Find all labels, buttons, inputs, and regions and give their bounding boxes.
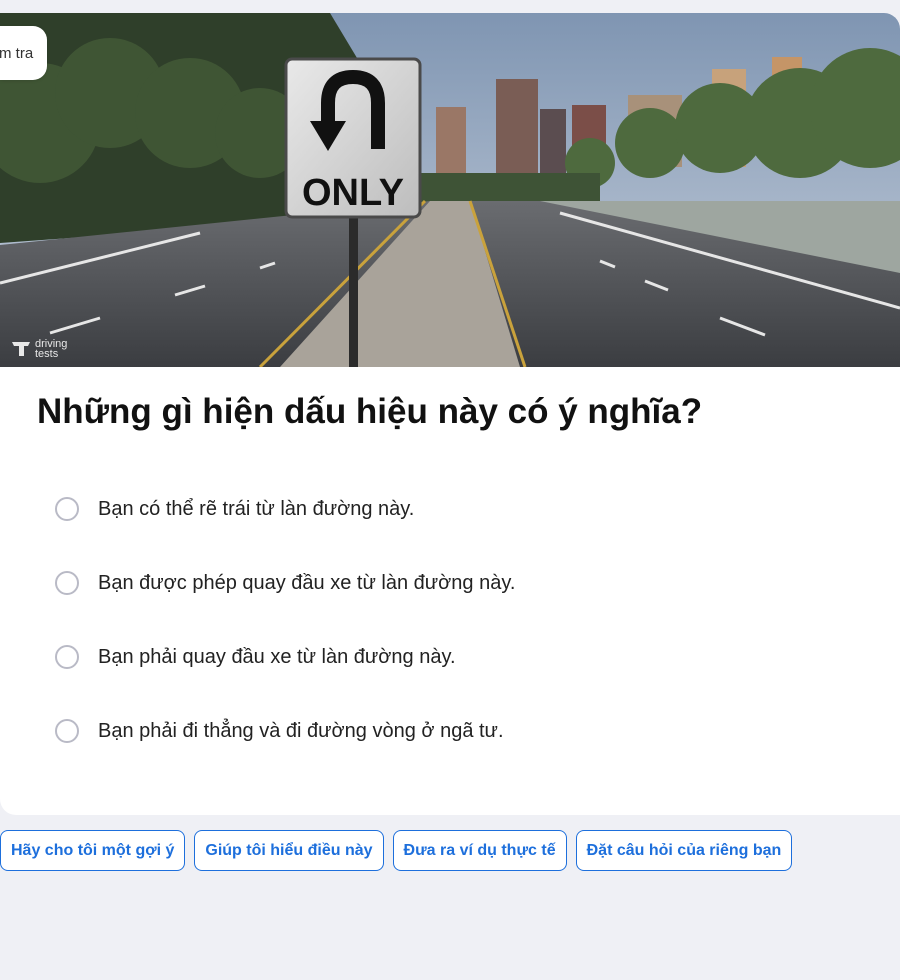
watermark-line2: tests bbox=[35, 348, 59, 360]
explain-button[interactable]: Giúp tôi hiểu điều này bbox=[194, 830, 384, 871]
answer-option-label: Bạn có thể rẽ trái từ làn đường này. bbox=[98, 497, 415, 520]
driving-tests-watermark: driving tests bbox=[10, 339, 67, 360]
radio-button[interactable] bbox=[55, 719, 79, 743]
top-tag[interactable]: m tra bbox=[0, 26, 48, 80]
question-image: ONLY bbox=[0, 13, 900, 367]
top-tag-text: m tra bbox=[0, 44, 34, 62]
answer-option[interactable]: Bạn phải quay đầu xe từ làn đường này. bbox=[55, 642, 515, 672]
answer-option-label: Bạn phải đi thẳng và đi đường vòng ở ngã… bbox=[98, 719, 504, 742]
driving-tests-logo-icon bbox=[12, 342, 30, 356]
example-button[interactable]: Đưa ra ví dụ thực tế bbox=[392, 830, 567, 871]
answer-option[interactable]: Bạn được phép quay đầu xe từ làn đường n… bbox=[55, 568, 515, 598]
question-text: Những gì hiện dấu hiệu này có ý nghĩa? bbox=[37, 392, 703, 431]
radio-button[interactable] bbox=[55, 571, 79, 595]
answer-option-label: Bạn được phép quay đầu xe từ làn đường n… bbox=[98, 571, 516, 594]
answer-option[interactable]: Bạn phải đi thẳng và đi đường vòng ở ngã… bbox=[55, 716, 515, 746]
radio-button[interactable] bbox=[55, 645, 79, 669]
help-chips: Hãy cho tôi một gợi ý Giúp tôi hiểu điều… bbox=[0, 830, 801, 871]
answer-option[interactable]: Bạn có thể rẽ trái từ làn đường này. bbox=[55, 494, 515, 524]
answer-options: Bạn có thể rẽ trái từ làn đường này. Bạn… bbox=[55, 494, 515, 790]
hint-button[interactable]: Hãy cho tôi một gợi ý bbox=[0, 830, 186, 871]
radio-button[interactable] bbox=[55, 497, 79, 521]
ask-question-button[interactable]: Đặt câu hỏi của riêng bạn bbox=[575, 830, 793, 871]
sign-only-text: ONLY bbox=[302, 172, 404, 214]
answer-option-label: Bạn phải quay đầu xe từ làn đường này. bbox=[98, 645, 456, 668]
